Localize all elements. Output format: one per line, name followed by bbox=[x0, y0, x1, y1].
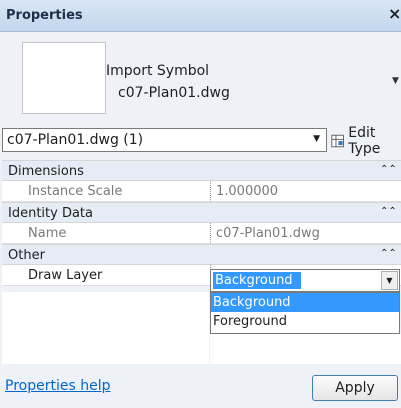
apply-button[interactable]: Apply bbox=[312, 375, 398, 401]
chevron-down-icon[interactable]: ▼ bbox=[313, 134, 320, 144]
group-label: Dimensions bbox=[8, 164, 84, 179]
property-name: Draw Layer bbox=[28, 268, 103, 283]
instance-filter-value: c07-Plan01.dwg (1) bbox=[7, 132, 144, 148]
property-name: Name bbox=[28, 226, 67, 241]
group-label: Identity Data bbox=[8, 206, 93, 221]
instance-filter-row: c07-Plan01.dwg (1) ▼ Edit Type bbox=[0, 124, 401, 157]
type-family-name: Import Symbol bbox=[106, 63, 210, 79]
group-header-dimensions[interactable]: Dimensions ⌃⌃ bbox=[2, 160, 401, 181]
property-row-name: Name c07-Plan01.dwg bbox=[2, 223, 401, 244]
instance-filter-dropdown[interactable]: c07-Plan01.dwg (1) ▼ bbox=[2, 128, 327, 152]
draw-layer-option[interactable]: Background bbox=[211, 293, 399, 312]
collapse-icon[interactable]: ⌃⌃ bbox=[380, 206, 397, 217]
grid-empty-area bbox=[210, 334, 401, 364]
properties-titlebar: Properties × bbox=[0, 0, 401, 32]
group-label: Other bbox=[8, 248, 45, 263]
property-row-instance-scale: Instance Scale 1.000000 bbox=[2, 181, 401, 202]
chevron-down-icon[interactable]: ▼ bbox=[381, 271, 398, 290]
column-divider bbox=[210, 181, 211, 202]
property-value: c07-Plan01.dwg bbox=[216, 226, 320, 241]
collapse-icon[interactable]: ⌃⌃ bbox=[380, 248, 397, 259]
draw-layer-selected-value: Background bbox=[213, 272, 301, 289]
group-header-other[interactable]: Other ⌃⌃ bbox=[2, 244, 401, 265]
draw-layer-option[interactable]: Foreground bbox=[211, 312, 399, 331]
edit-type-label: Edit Type bbox=[348, 125, 381, 157]
panel-title: Properties bbox=[6, 8, 83, 23]
edit-type-icon bbox=[331, 134, 344, 148]
properties-grid: Dimensions ⌃⌃ Instance Scale 1.000000 Id… bbox=[2, 160, 401, 286]
column-divider bbox=[210, 223, 211, 244]
property-value: 1.000000 bbox=[216, 184, 279, 199]
edit-type-button[interactable]: Edit Type bbox=[331, 125, 401, 157]
close-icon[interactable]: × bbox=[388, 5, 401, 23]
chevron-down-icon[interactable]: ▼ bbox=[392, 76, 399, 86]
properties-help-link[interactable]: Properties help bbox=[5, 378, 110, 394]
property-name: Instance Scale bbox=[28, 184, 123, 199]
type-name: c07-Plan01.dwg bbox=[118, 85, 230, 101]
group-header-identity-data[interactable]: Identity Data ⌃⌃ bbox=[2, 202, 401, 223]
collapse-icon[interactable]: ⌃⌃ bbox=[380, 164, 397, 175]
draw-layer-options-list: Background Foreground bbox=[210, 292, 400, 334]
grid-empty-area bbox=[2, 292, 209, 364]
draw-layer-dropdown[interactable]: Background ▼ bbox=[210, 269, 400, 292]
type-preview-thumbnail bbox=[22, 42, 106, 114]
type-selector[interactable]: Import Symbol c07-Plan01.dwg ▼ bbox=[8, 34, 401, 120]
